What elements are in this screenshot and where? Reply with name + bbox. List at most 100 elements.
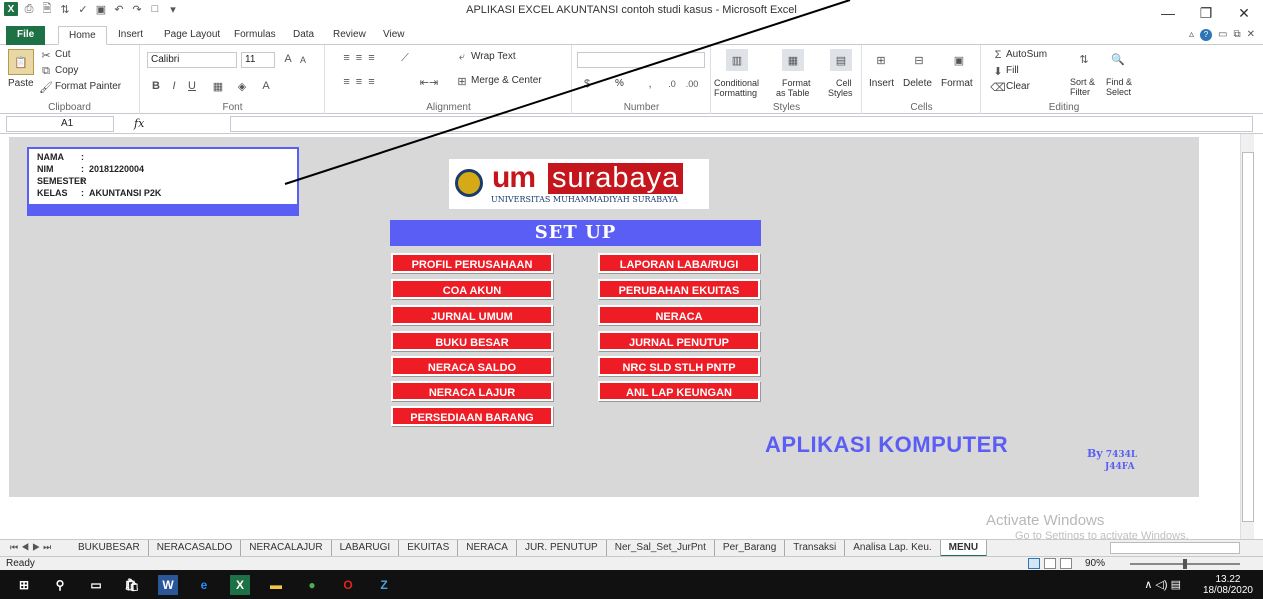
menu-button-laporan-laba-rugi[interactable]: LAPORAN LABA/RUGI: [598, 253, 760, 273]
percent-button[interactable]: %: [615, 78, 624, 89]
formula-input[interactable]: [230, 116, 1253, 132]
format-painter-icon[interactable]: 🖌: [39, 81, 53, 94]
sheet-tab[interactable]: Per_Barang: [715, 540, 786, 557]
insert-function-icon[interactable]: fx: [134, 117, 144, 130]
find-label[interactable]: Find &: [1106, 77, 1132, 87]
format-painter-button[interactable]: Format Painter: [55, 81, 121, 92]
tab-file[interactable]: File: [6, 26, 46, 45]
copy-button[interactable]: Copy: [55, 65, 78, 76]
help-icon[interactable]: ?: [1200, 29, 1213, 41]
tab-view[interactable]: View: [373, 26, 415, 45]
filter-label[interactable]: Filter: [1070, 87, 1090, 97]
sheet-tab[interactable]: LABARUGI: [332, 540, 400, 557]
app-icon[interactable]: Z: [374, 575, 394, 595]
cut-button[interactable]: Cut: [55, 49, 71, 60]
delete-cells-button[interactable]: Delete: [903, 78, 932, 89]
fill-icon[interactable]: ⬇: [992, 65, 1004, 78]
restore-button[interactable]: ❐: [1187, 0, 1225, 26]
wrap-text-icon[interactable]: ⤶: [456, 51, 468, 63]
border-icon[interactable]: ▦: [211, 79, 225, 93]
vertical-align-icons[interactable]: ≡≡≡: [332, 51, 392, 65]
tab-formulas[interactable]: Formulas: [224, 26, 286, 45]
cell-styles-label[interactable]: Styles: [828, 88, 853, 98]
delete-cells-icon[interactable]: ⊟: [909, 49, 929, 71]
vertical-scroll-thumb[interactable]: [1242, 152, 1254, 522]
sheet-tab[interactable]: EKUITAS: [399, 540, 459, 557]
menu-button-neraca-saldo[interactable]: NERACA SALDO: [391, 356, 553, 376]
format-as-table-icon[interactable]: ▦: [782, 49, 804, 71]
menu-button-nrc-sld-stlh-pntp[interactable]: NRC SLD STLH PNTP: [598, 356, 760, 376]
horizontal-align-icons[interactable]: ≡≡≡: [332, 75, 392, 89]
conditional-label[interactable]: Conditional: [714, 78, 759, 88]
sort-label[interactable]: Sort &: [1070, 77, 1095, 87]
excel-taskbar-icon[interactable]: X: [230, 575, 250, 595]
find-select-icon[interactable]: 🔍: [1108, 49, 1128, 69]
menu-button-persediaan-barang[interactable]: PERSEDIAAN BARANG: [391, 406, 553, 426]
merge-icon[interactable]: ⊞: [456, 75, 468, 88]
wb-close-icon[interactable]: ✕: [1247, 29, 1255, 41]
fill-button[interactable]: Fill: [1006, 65, 1019, 76]
bold-icon[interactable]: B: [149, 79, 163, 93]
increase-decimal-icon[interactable]: .0: [663, 77, 681, 91]
format-cells-button[interactable]: Format: [941, 78, 973, 89]
menu-button-perubahan-ekuitas[interactable]: PERUBAHAN EKUITAS: [598, 279, 760, 299]
task-view-icon[interactable]: ▭: [86, 575, 106, 595]
minimize-ribbon-icon[interactable]: ▵: [1189, 29, 1194, 41]
decrease-decimal-icon[interactable]: .00: [683, 77, 701, 91]
menu-button-buku-besar[interactable]: BUKU BESAR: [391, 331, 553, 351]
word-icon[interactable]: W: [158, 575, 178, 595]
start-icon[interactable]: ⊞: [14, 575, 34, 595]
copy-icon[interactable]: ⧉: [40, 65, 52, 77]
sheet-tab[interactable]: Transaksi: [785, 540, 846, 557]
font-size-select[interactable]: 11: [241, 52, 275, 68]
menu-button-coa-akun[interactable]: COA AKUN: [391, 279, 553, 299]
shrink-font-icon[interactable]: A: [297, 54, 309, 66]
autosum-icon[interactable]: Σ: [992, 49, 1004, 61]
menu-button-jurnal-umum[interactable]: JURNAL UMUM: [391, 305, 553, 325]
cell-styles-icon[interactable]: ▤: [830, 49, 852, 71]
autosum-button[interactable]: AutoSum: [1006, 49, 1047, 60]
menu-button-profil-perusahaan[interactable]: PROFIL PERUSAHAAN: [391, 253, 553, 273]
page-break-view-icon[interactable]: [1060, 558, 1072, 569]
menu-button-jurnal-penutup[interactable]: JURNAL PENUTUP: [598, 331, 760, 351]
wb-minimize-icon[interactable]: ▭: [1218, 29, 1227, 41]
currency-icon[interactable]: $: [579, 77, 595, 91]
cut-icon[interactable]: ✂: [40, 49, 52, 62]
edge-icon[interactable]: e: [194, 575, 214, 595]
insert-cells-button[interactable]: Insert: [869, 78, 894, 89]
paste-button[interactable]: Paste: [8, 78, 34, 89]
cell-label[interactable]: Cell: [836, 78, 852, 88]
underline-icon[interactable]: U: [185, 79, 199, 93]
close-button[interactable]: ✕: [1225, 0, 1263, 26]
menu-button-neraca[interactable]: NERACA: [598, 305, 760, 325]
menu-button-neraca-lajur[interactable]: NERACA LAJUR: [391, 381, 553, 401]
file-explorer-icon[interactable]: ▬: [266, 575, 286, 595]
tab-insert[interactable]: Insert: [108, 26, 153, 45]
page-layout-view-icon[interactable]: [1044, 558, 1056, 569]
italic-icon[interactable]: I: [167, 79, 181, 93]
indent-icons[interactable]: ⇤⇥: [414, 75, 444, 89]
system-tray-icons[interactable]: ∧ ◁) ▤: [1144, 578, 1181, 591]
sheet-tab[interactable]: NERACA: [458, 540, 517, 557]
sheet-tab[interactable]: Analisa Lap. Keu.: [845, 540, 941, 557]
font-name-select[interactable]: Calibri: [147, 52, 237, 68]
horizontal-scrollbar[interactable]: [1110, 542, 1240, 554]
zoom-slider-thumb[interactable]: [1183, 559, 1187, 569]
search-icon[interactable]: ⚲: [50, 575, 70, 595]
clear-button[interactable]: Clear: [1006, 81, 1030, 92]
format-cells-icon[interactable]: ▣: [949, 49, 969, 71]
paste-icon[interactable]: 📋: [8, 49, 34, 75]
tab-home[interactable]: Home: [58, 26, 107, 45]
minimize-button[interactable]: —: [1149, 0, 1187, 26]
merge-center-button[interactable]: Merge & Center: [471, 75, 542, 86]
number-format-select[interactable]: [577, 52, 705, 68]
sheet-tab[interactable]: Ner_Sal_Set_JurPnt: [607, 540, 715, 557]
tab-page-layout[interactable]: Page Layout: [154, 26, 230, 45]
sheet-nav-icons[interactable]: ⏮◀▶⏭: [10, 542, 54, 553]
name-box[interactable]: A1: [6, 116, 114, 132]
zoom-level[interactable]: 90%: [1085, 558, 1105, 569]
sheet-tab[interactable]: NERACALAJUR: [241, 540, 332, 557]
fill-color-icon[interactable]: ◈: [235, 79, 249, 93]
insert-cells-icon[interactable]: ⊞: [871, 49, 891, 71]
grow-font-icon[interactable]: A: [281, 52, 295, 66]
